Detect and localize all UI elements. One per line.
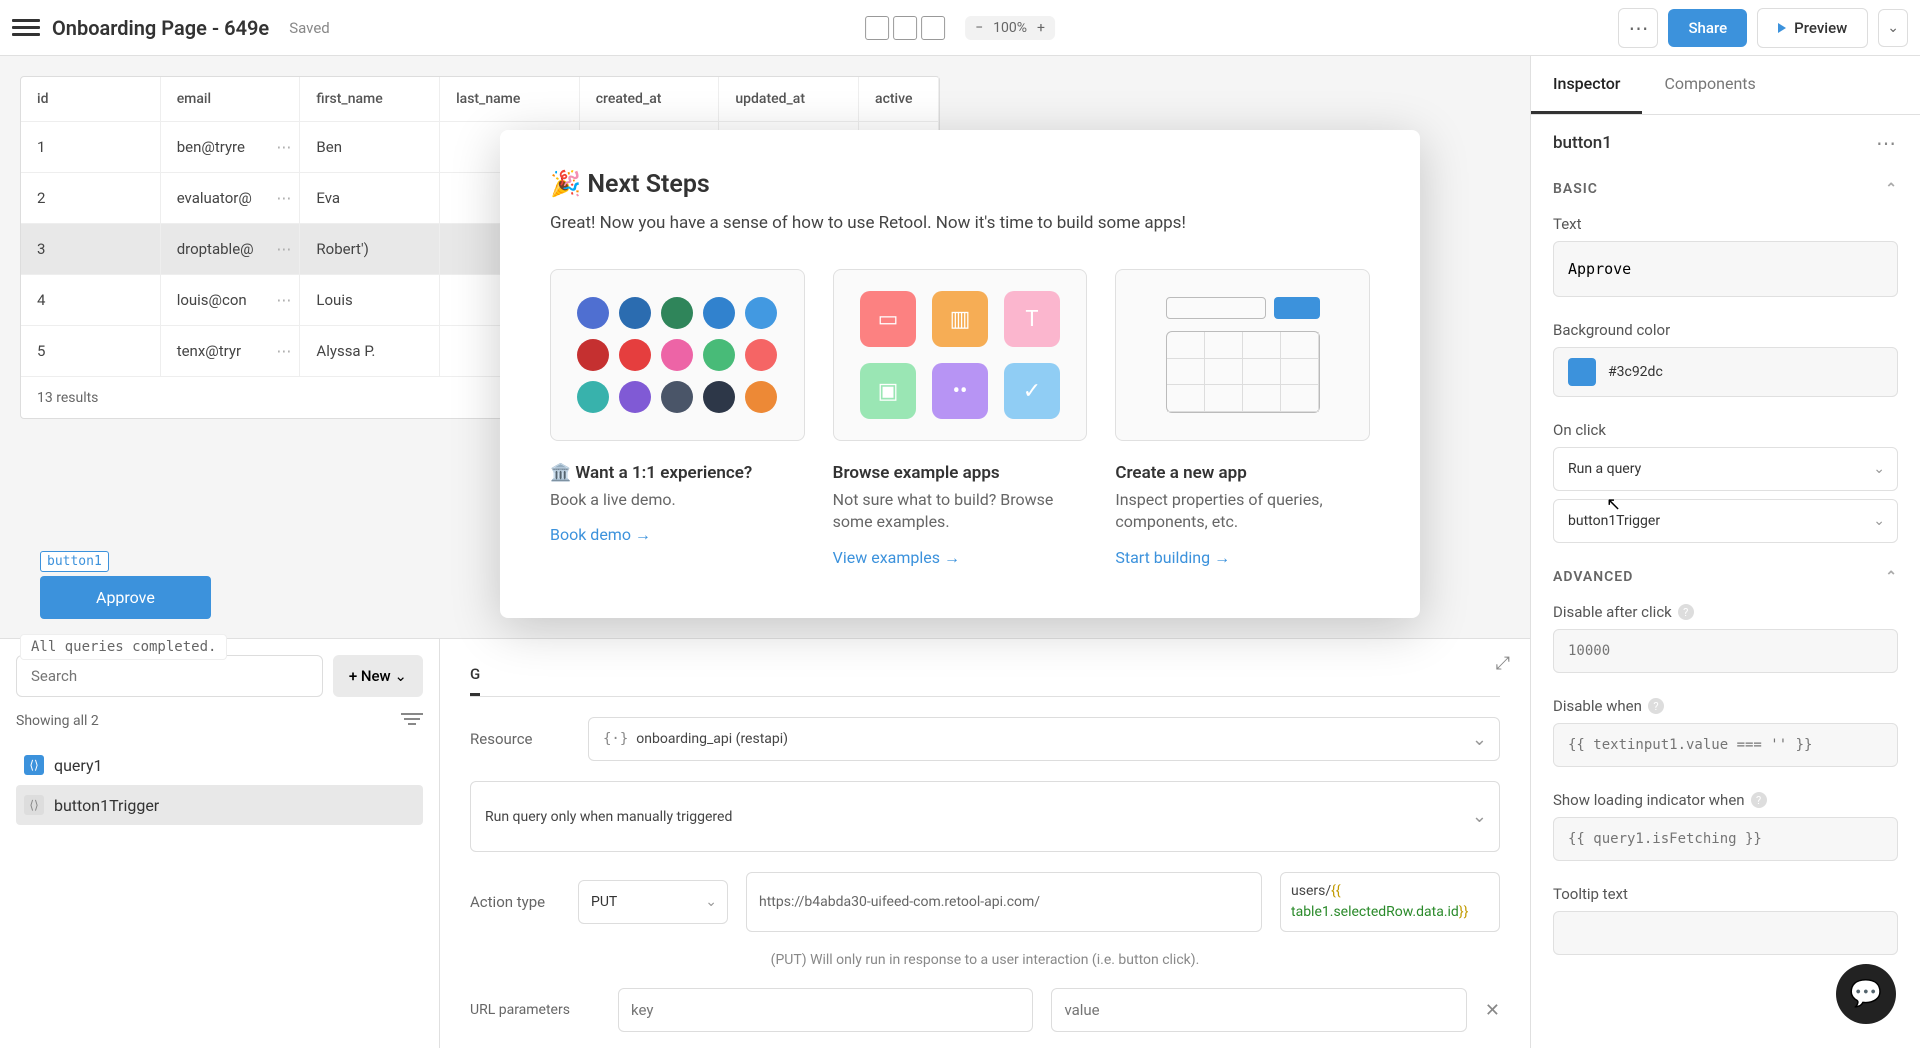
card-desc: Inspect properties of queries, component…	[1115, 489, 1370, 534]
card-desc: Book a live demo.	[550, 489, 805, 511]
view-examples-link[interactable]: View examples →	[833, 548, 1088, 568]
card-title: Create a new app	[1115, 463, 1370, 483]
app-mockup-icon	[1166, 297, 1320, 413]
integrations-icon-grid	[577, 297, 777, 413]
modal-title: 🎉 Next Steps	[550, 170, 1370, 199]
book-demo-link[interactable]: Book demo →	[550, 525, 805, 545]
card-new-app: Create a new app Inspect properties of q…	[1115, 269, 1370, 568]
chat-icon: 💬	[1850, 979, 1882, 1009]
card-title: 🏛️ Want a 1:1 experience?	[550, 463, 805, 483]
card-image: ▭▥T ▣••✓	[833, 269, 1088, 441]
card-title: Browse example apps	[833, 463, 1088, 483]
modal-cards: 🏛️ Want a 1:1 experience? Book a live de…	[550, 269, 1370, 568]
help-fab[interactable]: 💬	[1836, 964, 1896, 1024]
card-demo: 🏛️ Want a 1:1 experience? Book a live de…	[550, 269, 805, 568]
modal-overlay[interactable]: 🎉 Next Steps Great! Now you have a sense…	[0, 0, 1920, 1048]
modal-subtitle: Great! Now you have a sense of how to us…	[550, 213, 1370, 233]
start-building-link[interactable]: Start building →	[1115, 548, 1370, 568]
next-steps-modal: 🎉 Next Steps Great! Now you have a sense…	[500, 130, 1420, 618]
card-image	[550, 269, 805, 441]
card-desc: Not sure what to build? Browse some exam…	[833, 489, 1088, 534]
card-image	[1115, 269, 1370, 441]
template-icon-grid: ▭▥T ▣••✓	[860, 291, 1060, 419]
card-examples: ▭▥T ▣••✓ Browse example apps Not sure wh…	[833, 269, 1088, 568]
